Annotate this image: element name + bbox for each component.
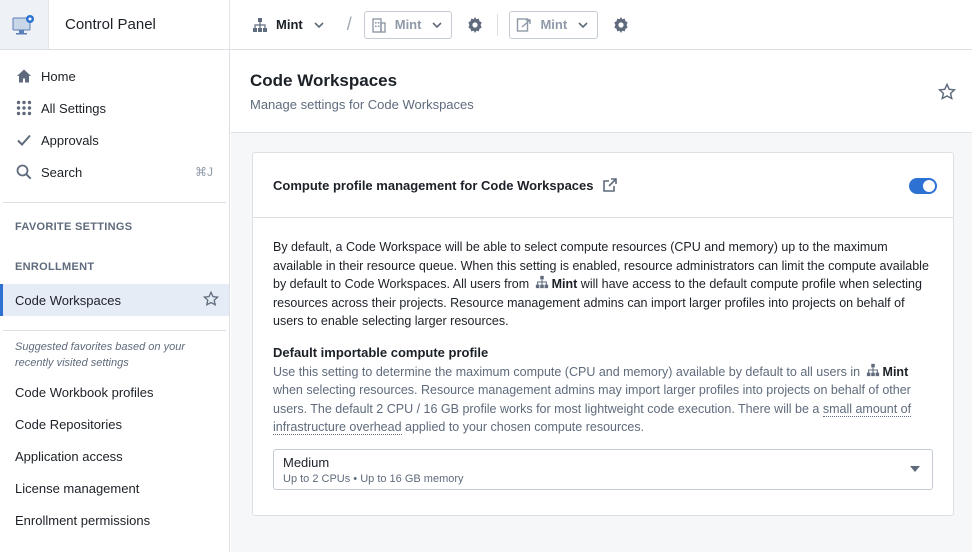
sidebar-item-code-workspaces[interactable]: Code Workspaces <box>0 284 229 316</box>
caret-down-icon <box>910 465 920 472</box>
setting-toggle[interactable] <box>909 178 937 194</box>
compute-profile-select[interactable]: Medium Up to 2 CPUs • Up to 16 GB memory <box>273 448 933 490</box>
enrollment-select[interactable]: Mint <box>363 10 453 39</box>
sidebar-item-label: Home <box>41 68 76 84</box>
space-select[interactable]: Mint <box>509 10 599 39</box>
sidebar-item-code-workbook-profiles[interactable]: Code Workbook profiles <box>0 376 229 408</box>
org-hierarchy-icon <box>866 363 879 376</box>
sidebar-item-enrollment-permissions[interactable]: Enrollment permissions <box>0 504 229 536</box>
space-name: Mint <box>540 17 568 32</box>
field-label: Default importable compute profile <box>273 344 489 360</box>
enrollment-name: Mint <box>394 17 422 32</box>
org-name: Mint <box>276 17 303 32</box>
space-settings-button[interactable] <box>611 15 631 35</box>
check-icon <box>15 131 33 149</box>
page-title: Code Workspaces <box>250 71 398 90</box>
home-icon <box>15 67 33 85</box>
org-hierarchy-icon <box>535 275 548 289</box>
main-content: Code Workspaces Manage settings for Code… <box>231 50 972 552</box>
monitor-gear-icon <box>12 14 34 34</box>
sidebar-item-code-repositories[interactable]: Code Repositories <box>0 408 229 440</box>
building-icon <box>372 17 386 33</box>
gear-icon <box>468 16 483 33</box>
chevron-down-icon <box>314 21 324 28</box>
setting-card: Compute profile management for Code Work… <box>252 152 954 516</box>
sidebar-item-home[interactable]: Home <box>0 60 229 92</box>
org-name: Mint <box>551 277 578 291</box>
sidebar-item-application-access[interactable]: Application access <box>0 440 229 472</box>
org-hierarchy-icon <box>253 17 267 32</box>
enrollment-settings-button[interactable] <box>465 15 485 35</box>
select-value: Medium <box>283 454 330 470</box>
sidebar-item-label: All Settings <box>41 100 107 116</box>
divider <box>497 13 499 36</box>
sidebar-item-approvals[interactable]: Approvals <box>0 124 229 156</box>
favorite-settings-heading: FAVORITE SETTINGS <box>15 221 133 233</box>
toggle-knob <box>923 180 935 192</box>
sidebar-item-label: Search <box>41 164 83 180</box>
favorite-star-icon[interactable] <box>202 290 220 310</box>
enrollment-heading: ENROLLMENT <box>15 261 95 273</box>
search-icon <box>15 163 33 181</box>
field-description: Use this setting to determine the maximu… <box>273 363 912 435</box>
search-shortcut: ⌘J <box>195 165 213 179</box>
suggested-favorites-note: Suggested favorites based on your recent… <box>15 341 186 369</box>
space-icon <box>517 17 532 32</box>
control-panel-logo[interactable] <box>0 0 49 49</box>
top-bar: Control Panel Mint / Mint Mint <box>0 0 972 50</box>
divider <box>229 0 230 49</box>
sidebar-item-all-settings[interactable]: All Settings <box>0 92 229 124</box>
favorite-star-icon[interactable] <box>937 82 957 104</box>
app-title: Control Panel <box>65 16 156 33</box>
sidebar-item-license-management[interactable]: License management <box>0 472 229 504</box>
page-subtitle: Manage settings for Code Workspaces <box>250 97 474 112</box>
select-hint: Up to 2 CPUs • Up to 16 GB memory <box>283 472 464 485</box>
breadcrumb-separator: / <box>346 14 352 34</box>
setting-description: By default, a Code Workspace will be abl… <box>273 240 929 328</box>
org-name: Mint <box>882 364 909 379</box>
sidebar-item-search[interactable]: Search ⌘J <box>0 156 229 188</box>
setting-card-header: Compute profile management for Code Work… <box>253 153 953 218</box>
sidebar-item-label: Code Workspaces <box>15 292 121 308</box>
grid-icon <box>15 99 33 117</box>
external-link-icon[interactable] <box>602 177 618 193</box>
setting-title: Compute profile management for Code Work… <box>273 177 594 193</box>
org-breadcrumb[interactable]: Mint <box>252 17 333 33</box>
sidebar-item-label: Approvals <box>41 132 99 148</box>
gear-icon <box>614 16 628 33</box>
page-header: Code Workspaces Manage settings for Code… <box>231 50 972 133</box>
setting-card-body: By default, a Code Workspace will be abl… <box>253 218 953 490</box>
chevron-down-icon <box>432 21 443 28</box>
chevron-down-icon <box>578 21 588 28</box>
sidebar: Home All Settings Approvals Search ⌘J FA… <box>0 50 230 552</box>
